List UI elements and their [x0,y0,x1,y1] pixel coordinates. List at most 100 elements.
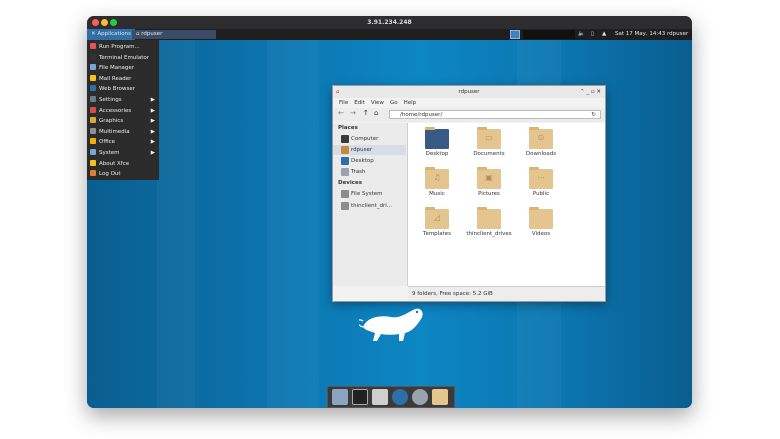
menu-go[interactable]: Go [390,100,398,106]
menu-item-web-browser[interactable]: Web Browser [87,84,159,95]
folder-downloads[interactable]: ⊙ Downloads [516,127,566,167]
folder-icon: ◿ [425,207,449,229]
sidebar-item-rdpuser[interactable]: rdpuser [333,145,406,155]
folder-documents[interactable]: ▭ Documents [464,127,514,167]
folder-videos[interactable]: Videos [516,207,566,247]
folder-music[interactable]: ♫ Music [412,167,462,207]
submenu-arrow-icon: ▶ [150,139,155,146]
folder-templates[interactable]: ◿ Templates [412,207,462,247]
search-dock-icon[interactable] [412,389,428,405]
accessories-icon [90,106,96,113]
window-controls[interactable]: ⌃ _ ▫ ✕ [580,86,601,98]
computer-icon [341,135,349,143]
menu-item-label: Run Program... [99,44,140,50]
path-text: /home/rdpuser/ [400,112,443,118]
menu-item-mail-reader[interactable]: Mail Reader [87,74,159,85]
folder-icon [425,127,449,149]
workspace-switcher[interactable] [510,30,520,39]
folder-icon: ▣ [477,167,501,189]
submenu-arrow-icon: ▶ [150,97,155,103]
up-icon[interactable]: ↑ [363,109,369,117]
folder-icon [529,207,553,229]
file-manager-title: rdpuser [458,89,480,95]
location-bar: ← → ↑ ⌂ /home/rdpuser/ ↻ [333,108,605,122]
home-icon: ⌂ [136,31,140,37]
menu-item-system[interactable]: System ▶ [87,148,159,159]
menu-help[interactable]: Help [404,100,417,106]
folder-icon: ♫ [425,167,449,189]
office-icon [90,138,96,145]
menu-item-accessories[interactable]: Accessories ▶ [87,106,159,117]
menu-item-label: Terminal Emulator [99,54,149,61]
menu-view[interactable]: View [371,100,384,106]
folder-label: Videos [531,231,551,237]
battery-icon[interactable]: ▯ [591,29,594,40]
path-input[interactable]: /home/rdpuser/ ↻ [389,110,601,119]
workspace-empty[interactable] [523,30,575,39]
menu-item-label: Settings [99,97,122,103]
folder-label: Music [429,191,445,197]
settings-icon [90,96,96,102]
menu-item-about-xfce[interactable]: About Xfce [87,159,159,170]
folder-icon [477,207,501,229]
sidebar-item-computer[interactable]: Computer [333,134,406,144]
menu-item-label: Office [99,139,116,146]
menu-item-multimedia[interactable]: Multimedia ▶ [87,127,159,138]
sidebar-item-label: Computer [351,136,379,142]
file-manager-titlebar[interactable]: ⌂ rdpuser ⌃ _ ▫ ✕ [333,86,605,98]
sidebar-item-trash[interactable]: Trash [333,167,406,177]
menu-item-settings[interactable]: Settings ▶ [87,95,159,106]
home-nav-icon[interactable]: ⌂ [374,109,378,117]
forward-icon[interactable]: → [350,109,356,117]
panel-user[interactable]: rdpuser [667,29,688,40]
folder-thinclient_drives[interactable]: thinclient_drives [464,207,514,247]
task-button-rdpuser[interactable]: ⌂ rdpuser [132,30,216,39]
menu-file[interactable]: File [339,100,348,106]
sidebar-item-label: thinclient_dri... [351,203,393,209]
sidebar-item-desktop[interactable]: Desktop [333,156,406,166]
show-desktop-icon[interactable] [332,389,348,405]
minimize-dot-icon[interactable] [101,19,108,26]
menu-item-label: Accessories [99,107,132,114]
window-title: 3.91.234.248 [367,19,412,26]
reload-icon[interactable]: ↻ [591,111,596,120]
folder-label: thinclient_drives [466,231,512,237]
folder-dock-icon[interactable] [432,389,448,405]
folder-public[interactable]: ⋯ Public [516,167,566,207]
terminal-dock-icon[interactable] [352,389,368,405]
volume-icon[interactable]: 🔈 [578,29,585,40]
file-manager-dock-icon[interactable] [372,389,388,405]
desktop-icon [341,157,349,165]
menu-item-run-program[interactable]: Run Program... [87,42,159,53]
folder-icon: ⋯ [529,167,553,189]
folder-desktop[interactable]: Desktop [412,127,462,167]
zoom-dot-icon[interactable] [110,19,117,26]
sidebar-item-label: File System [351,191,383,197]
menu-item-log-out[interactable]: Log Out [87,169,159,180]
clock[interactable]: Sat 17 May, 14:43 [615,29,665,40]
applications-button[interactable]: ✕ Applications [87,29,135,40]
back-icon[interactable]: ← [338,109,344,117]
menu-item-label: Graphics [99,118,124,125]
menu-item-file-manager[interactable]: File Manager [87,63,159,74]
menu-item-office[interactable]: Office ▶ [87,137,159,148]
menu-item-terminal-emulator[interactable]: Terminal Emulator [87,53,159,64]
close-dot-icon[interactable] [92,19,99,26]
web-browser-dock-icon[interactable] [392,389,408,405]
notification-icon[interactable]: ▲ [602,29,606,40]
terminal-icon [90,53,96,60]
sidebar-item-device-1[interactable]: thinclient_dri... [333,201,406,211]
status-bar: 9 folders, Free space: 5.2 GiB [408,286,605,301]
sidebar-item-label: rdpuser [351,147,373,153]
menu-item-graphics[interactable]: Graphics ▶ [87,116,159,127]
desktop: ✕ Applications ⌂ rdpuser 🔈 ▯ ▲ Sat 17 Ma… [87,29,692,408]
menubar: File Edit View Go Help [333,98,605,108]
menu-edit[interactable]: Edit [354,100,365,106]
applications-menu: Run Program... Terminal Emulator File Mana… [87,40,159,180]
folder-pictures[interactable]: ▣ Pictures [464,167,514,207]
home-folder-icon: ⌂ [336,89,340,95]
submenu-arrow-icon: ▶ [150,128,155,135]
submenu-arrow-icon: ▶ [150,107,155,114]
sidebar-item-device-0[interactable]: File System [333,189,406,199]
window-titlebar: 3.91.234.248 [87,16,692,29]
